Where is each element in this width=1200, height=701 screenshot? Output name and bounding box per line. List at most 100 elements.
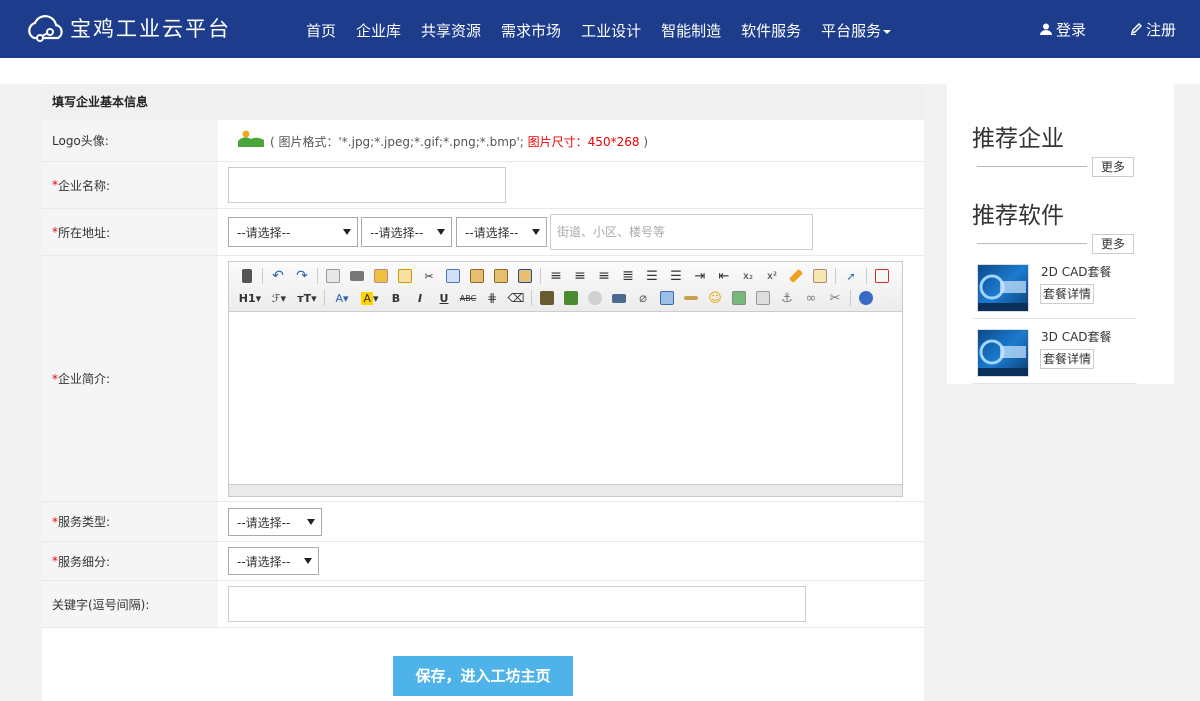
login-link[interactable]: 登录: [1040, 0, 1086, 58]
package-details-button[interactable]: 套餐详情: [1040, 349, 1095, 369]
horizontal-rule-icon[interactable]: [681, 288, 701, 308]
print-icon[interactable]: [347, 266, 367, 286]
nav-companies[interactable]: 企业库: [346, 0, 411, 58]
font-color-icon[interactable]: A▾: [330, 288, 354, 308]
redo-icon[interactable]: ↷: [292, 266, 312, 286]
more-software-button[interactable]: 更多: [1092, 234, 1134, 254]
line-height-icon[interactable]: ⋕: [482, 288, 502, 308]
street-input[interactable]: 街道、小区、楼号等: [550, 214, 813, 250]
remove-format-icon[interactable]: ⌫: [506, 288, 526, 308]
editor-content-area[interactable]: [229, 313, 902, 484]
logo-label: Logo头像:: [42, 120, 218, 161]
underline-icon[interactable]: U: [434, 288, 454, 308]
logo-hint-end: ): [643, 135, 648, 149]
editor-resize-bar[interactable]: [229, 484, 902, 496]
nav-smart-manufacturing[interactable]: 智能制造: [651, 0, 731, 58]
editor-toolbar: ↶ ↷ ✂ ≡ ≡ ≡ ≣ ☰ ☰ ⇥ ⇤ x₂ x² ➚ H1▾ ℱ▾ тT▾…: [229, 262, 902, 312]
company-name-input[interactable]: [228, 167, 506, 203]
nav-home[interactable]: 首页: [296, 0, 346, 58]
image-icon[interactable]: [729, 288, 749, 308]
city-select-value: --请选择--: [370, 225, 424, 240]
nav-platform-services[interactable]: 平台服务: [811, 0, 901, 58]
form-section-title: 填写企业基本信息: [42, 84, 924, 120]
select-all-icon[interactable]: [810, 266, 830, 286]
template-icon[interactable]: [371, 266, 391, 286]
image-upload-icon[interactable]: [238, 129, 264, 147]
cursor-icon[interactable]: ➚: [841, 266, 861, 286]
align-right-icon[interactable]: ≡: [594, 266, 614, 286]
cut-icon[interactable]: ✂: [419, 266, 439, 286]
nav-software-services[interactable]: 软件服务: [731, 0, 811, 58]
fullscreen-icon[interactable]: [872, 266, 892, 286]
help-icon[interactable]: [856, 288, 876, 308]
outdent-icon[interactable]: ⇤: [714, 266, 734, 286]
nav-industrial-design[interactable]: 工业设计: [571, 0, 651, 58]
font-size-icon[interactable]: тT▾: [295, 288, 319, 308]
align-center-icon[interactable]: ≡: [570, 266, 590, 286]
package-details-button[interactable]: 套餐详情: [1040, 284, 1095, 304]
service-type-select[interactable]: --请选择--: [228, 508, 322, 536]
source-icon[interactable]: [237, 266, 257, 286]
align-justify-icon[interactable]: ≣: [618, 266, 638, 286]
software-thumbnail[interactable]: [977, 329, 1029, 377]
intro-label-text: 企业简介:: [58, 372, 111, 386]
unlink-icon[interactable]: ✂: [825, 288, 845, 308]
multi-image-icon[interactable]: [561, 288, 581, 308]
table-icon[interactable]: [657, 288, 677, 308]
anchor-icon[interactable]: ⚓: [777, 288, 797, 308]
divider: [977, 166, 1087, 167]
district-select-value: --请选择--: [465, 225, 519, 240]
indent-icon[interactable]: ⇥: [690, 266, 710, 286]
dropdown-arrow-icon: [307, 519, 315, 525]
paste-text-icon[interactable]: [491, 266, 511, 286]
more-companies-button[interactable]: 更多: [1092, 157, 1134, 177]
address-label-text: 所在地址:: [58, 225, 111, 240]
paste-icon[interactable]: [467, 266, 487, 286]
province-select[interactable]: --请选择--: [228, 217, 358, 247]
media-icon[interactable]: [609, 288, 629, 308]
nav-demand-market[interactable]: 需求市场: [491, 0, 571, 58]
software-item: 3D CAD套餐 套餐详情: [972, 321, 1137, 384]
link-icon[interactable]: ∞: [801, 288, 821, 308]
highlight-color-icon[interactable]: A ▾: [358, 288, 382, 308]
copy-icon[interactable]: [443, 266, 463, 286]
insert-image-icon[interactable]: [537, 288, 557, 308]
code-icon[interactable]: [395, 266, 415, 286]
software-thumbnail[interactable]: [977, 264, 1029, 312]
save-submit-button[interactable]: 保存，进入工坊主页: [393, 656, 573, 696]
preview-icon[interactable]: [323, 266, 343, 286]
nav-shared-resources[interactable]: 共享资源: [411, 0, 491, 58]
italic-icon[interactable]: I: [410, 288, 430, 308]
pencil-icon: [1130, 23, 1142, 35]
service-sub-select[interactable]: --请选择--: [228, 547, 319, 575]
recommend-company-title: 推荐企业: [972, 126, 1064, 152]
bold-icon[interactable]: B: [386, 288, 406, 308]
unordered-list-icon[interactable]: ☰: [666, 266, 686, 286]
subscript-icon[interactable]: x₂: [738, 266, 758, 286]
superscript-icon[interactable]: x²: [762, 266, 782, 286]
site-logo[interactable]: 宝鸡工业云平台: [24, 10, 231, 46]
undo-icon[interactable]: ↶: [268, 266, 288, 286]
emoticon-icon[interactable]: ☺: [705, 288, 725, 308]
keywords-label: 关键字(逗号间隔):: [42, 581, 218, 627]
divider: [977, 243, 1087, 244]
align-left-icon[interactable]: ≡: [546, 266, 566, 286]
attachment-icon[interactable]: ⌀: [633, 288, 653, 308]
district-select[interactable]: --请选择--: [456, 217, 547, 247]
page-break-icon[interactable]: [753, 288, 773, 308]
clear-format-icon[interactable]: [786, 266, 806, 286]
heading-icon[interactable]: H1▾: [237, 288, 263, 308]
intro-label: * 企业简介:: [42, 256, 218, 501]
font-family-icon[interactable]: ℱ▾: [267, 288, 291, 308]
company-info-form: 填写企业基本信息 Logo头像: ( 图片格式：'*.jpg;*.jpeg;*.…: [42, 84, 924, 701]
flash-icon[interactable]: [585, 288, 605, 308]
strikethrough-icon[interactable]: ABC: [458, 288, 478, 308]
paste-word-icon[interactable]: [515, 266, 535, 286]
service-sub-label-text: 服务细分:: [58, 554, 111, 569]
caret-down-icon: [883, 29, 892, 34]
company-name-label-text: 企业名称:: [58, 178, 111, 193]
ordered-list-icon[interactable]: ☰: [642, 266, 662, 286]
register-link[interactable]: 注册: [1130, 0, 1176, 58]
keywords-input[interactable]: [228, 586, 806, 622]
city-select[interactable]: --请选择--: [361, 217, 452, 247]
